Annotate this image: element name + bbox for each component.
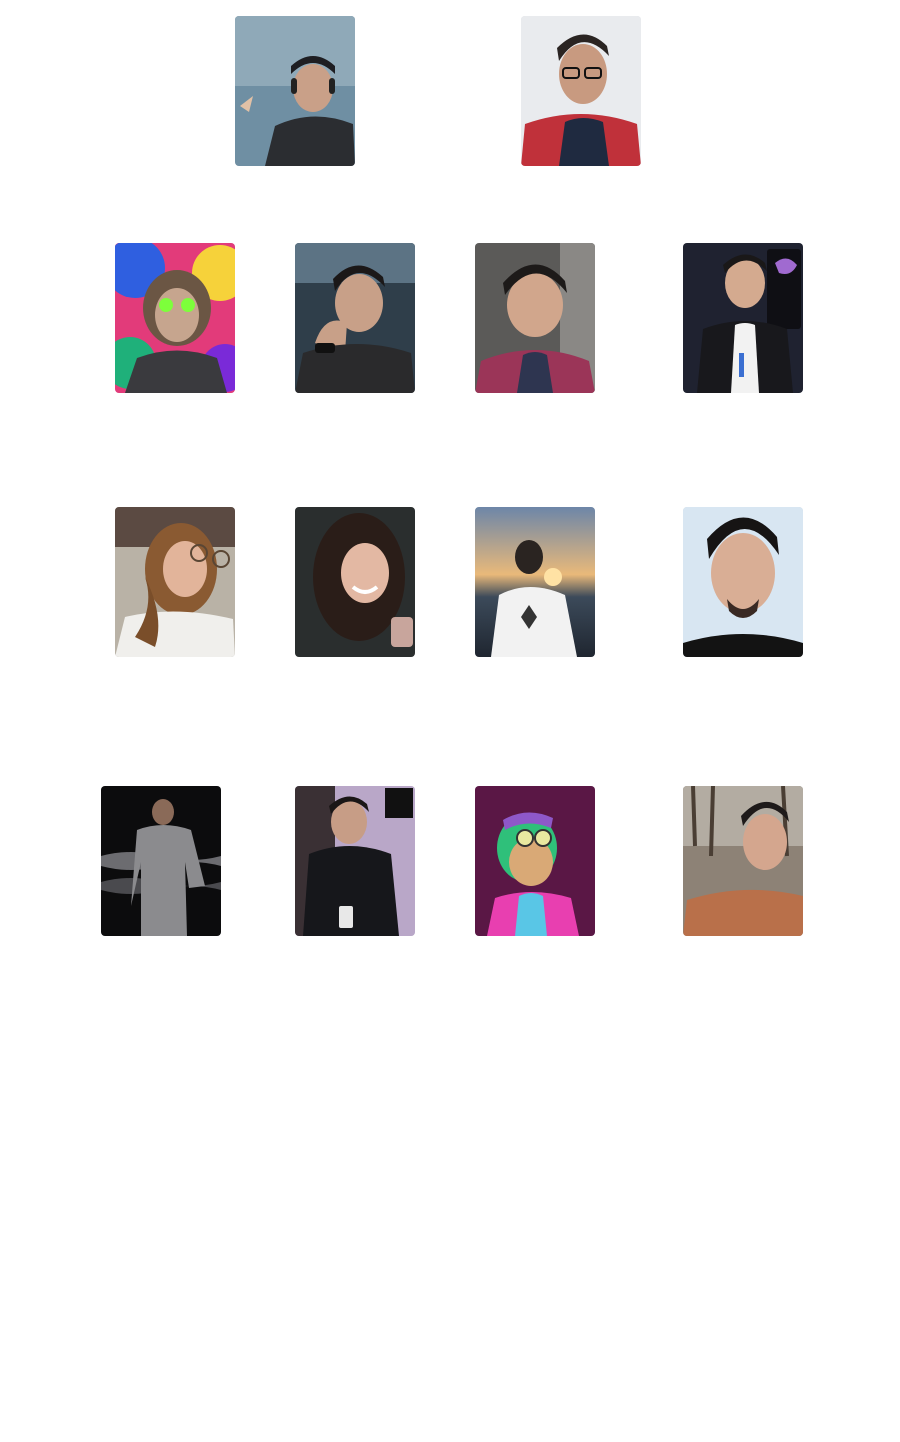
member-photo[interactable] bbox=[521, 16, 641, 166]
member-photo[interactable] bbox=[295, 786, 415, 936]
member-photo[interactable] bbox=[475, 786, 595, 936]
member-name bbox=[643, 413, 843, 435]
team-member-card bbox=[435, 243, 635, 435]
team-member-card bbox=[643, 243, 843, 435]
member-photo[interactable] bbox=[295, 243, 415, 393]
team-member-card bbox=[61, 786, 261, 978]
member-name bbox=[255, 413, 455, 435]
team-member-card bbox=[481, 16, 681, 208]
member-photo[interactable] bbox=[101, 786, 221, 936]
member-photo[interactable] bbox=[683, 243, 803, 393]
team-member-card bbox=[255, 786, 455, 978]
team-member-card bbox=[75, 243, 275, 435]
member-name bbox=[255, 677, 455, 699]
member-photo[interactable] bbox=[683, 507, 803, 657]
team-member-card bbox=[195, 16, 395, 208]
member-name bbox=[435, 956, 635, 978]
member-photo[interactable] bbox=[115, 243, 235, 393]
member-name bbox=[435, 677, 635, 699]
member-photo[interactable] bbox=[683, 786, 803, 936]
member-name bbox=[255, 956, 455, 978]
member-photo[interactable] bbox=[235, 16, 355, 166]
member-name bbox=[643, 956, 843, 978]
member-name bbox=[195, 186, 395, 208]
member-photo[interactable] bbox=[115, 507, 235, 657]
member-name bbox=[75, 677, 275, 699]
member-photo[interactable] bbox=[475, 507, 595, 657]
team-member-card bbox=[75, 507, 275, 699]
member-name bbox=[481, 186, 681, 208]
member-photo[interactable] bbox=[475, 243, 595, 393]
team-member-card bbox=[255, 507, 455, 699]
team-member-card bbox=[255, 243, 455, 435]
member-name bbox=[643, 677, 843, 699]
team-member-card bbox=[643, 507, 843, 699]
member-photo[interactable] bbox=[295, 507, 415, 657]
member-name bbox=[435, 413, 635, 435]
team-member-card bbox=[435, 507, 635, 699]
member-name bbox=[75, 413, 275, 435]
team-member-card bbox=[643, 786, 843, 978]
member-name bbox=[61, 956, 261, 978]
team-member-card bbox=[435, 786, 635, 978]
